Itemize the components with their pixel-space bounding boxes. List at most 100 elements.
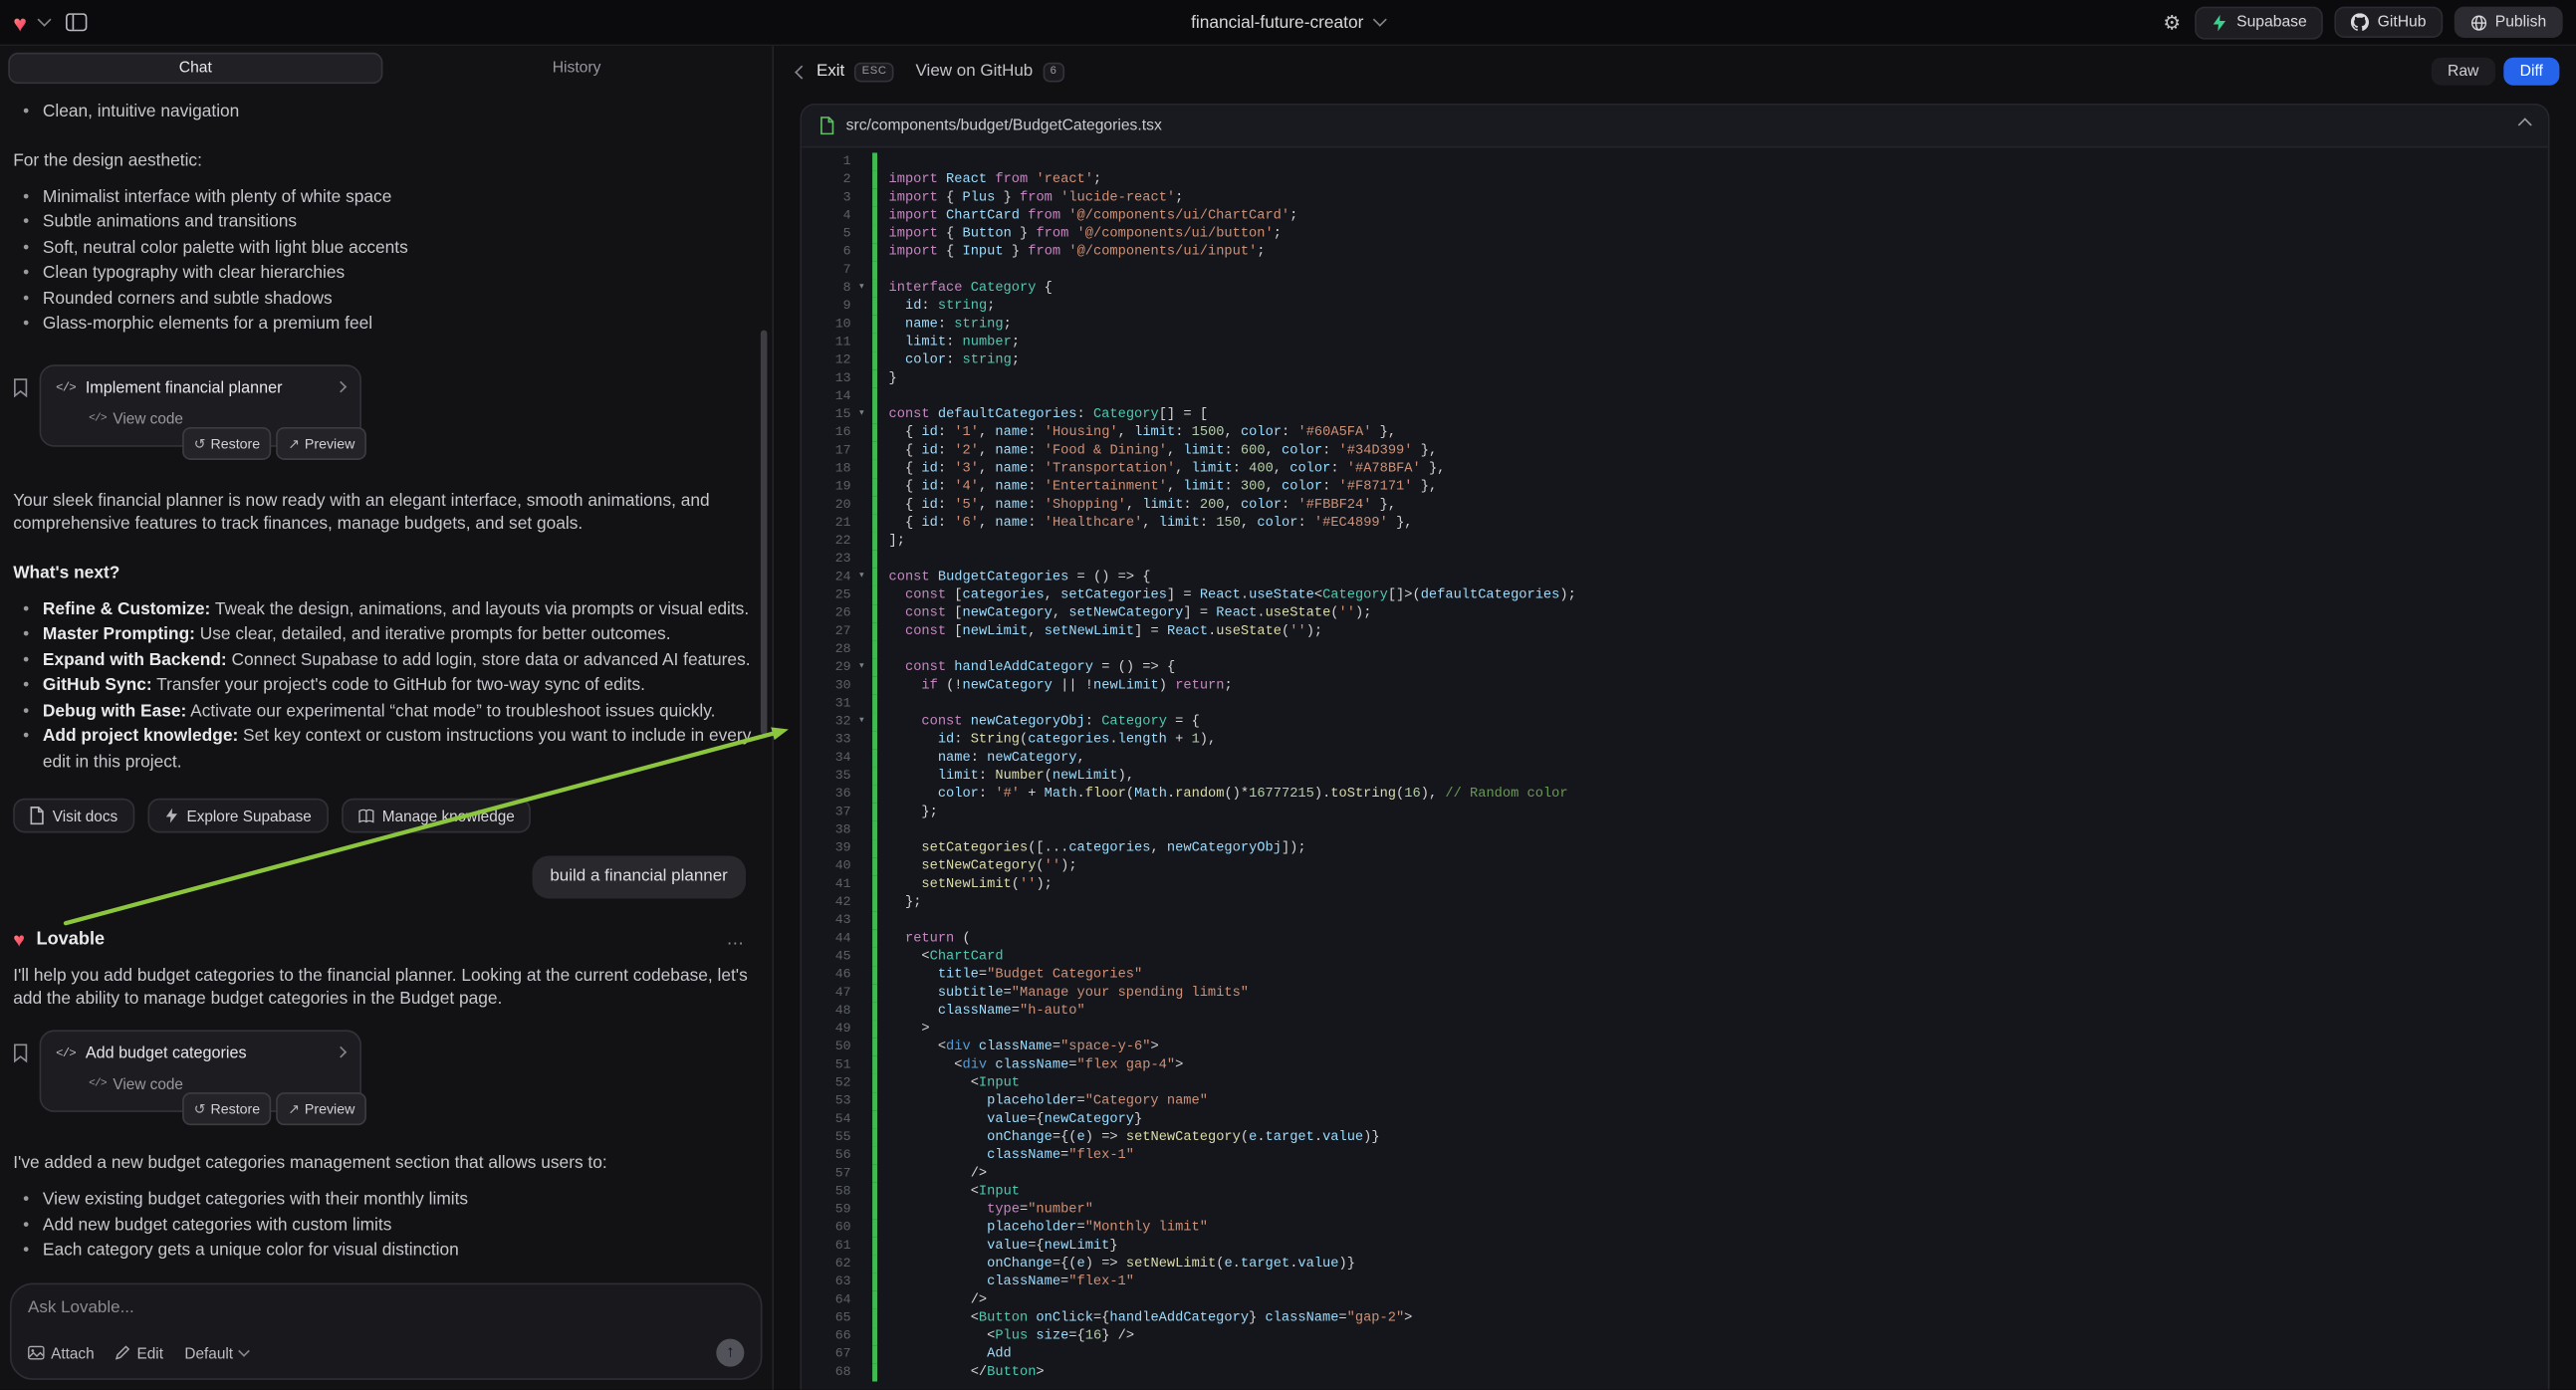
line-number: 52 — [802, 1074, 850, 1092]
raw-button[interactable]: Raw — [2432, 58, 2495, 86]
code-text — [872, 261, 2548, 279]
chat-scrollbar-thumb[interactable] — [761, 331, 768, 735]
version-card[interactable]: </> Implement financial planner </> View… — [40, 363, 361, 445]
supabase-button[interactable]: Supabase — [2196, 6, 2323, 39]
fold-chevron-icon[interactable]: ▾ — [851, 279, 872, 297]
code-line: 67 Add — [802, 1345, 2548, 1363]
logo-chevron-icon[interactable] — [38, 13, 52, 27]
bullet-dot: • — [23, 185, 31, 211]
code-line: 12 color: string; — [802, 351, 2548, 369]
code-text: subtitle="Manage your spending limits" — [872, 984, 2548, 1002]
more-options-button[interactable]: … — [726, 928, 746, 951]
pencil-icon — [116, 1345, 130, 1360]
code-text: className="flex-1" — [872, 1274, 2548, 1291]
chat-tabs: Chat History — [8, 53, 764, 84]
main-split: Chat History • Clean, intuitive navigati… — [0, 46, 2576, 1390]
list-item-text: Soft, neutral color palette with light b… — [43, 236, 753, 262]
preview-button[interactable]: ↗ Preview — [277, 1092, 366, 1125]
line-number: 67 — [802, 1345, 850, 1363]
restore-button[interactable]: ↺ Restore — [182, 426, 271, 459]
publish-label: Publish — [2495, 13, 2546, 31]
code-viewer[interactable]: 1 2import React from 'react';3import { P… — [802, 147, 2548, 1389]
line-number: 33 — [802, 731, 850, 749]
code-text — [872, 912, 2548, 930]
line-number: 49 — [802, 1021, 850, 1039]
tab-history[interactable]: History — [389, 53, 764, 84]
code-line: 25 const [categories, setCategories] = R… — [802, 586, 2548, 604]
code-line: 4import ChartCard from '@/components/ui/… — [802, 207, 2548, 225]
fold-chevron-icon[interactable]: ▾ — [851, 659, 872, 677]
fold-chevron-icon — [851, 839, 872, 857]
explore-supabase-button[interactable]: Explore Supabase — [147, 799, 328, 833]
exit-button[interactable]: Exit esc — [797, 62, 894, 82]
fold-chevron-icon[interactable]: ▾ — [851, 713, 872, 731]
code-text: } — [872, 369, 2548, 387]
line-number: 1 — [802, 152, 850, 170]
manage-knowledge-button[interactable]: Manage knowledge — [342, 799, 532, 833]
code-line: 50 <div className="space-y-6"> — [802, 1039, 2548, 1056]
collapse-chevron-icon[interactable] — [2520, 116, 2530, 134]
code-line: 23 — [802, 551, 2548, 569]
line-number: 53 — [802, 1092, 850, 1110]
version-card[interactable]: </> Add budget categories </> View code … — [40, 1030, 361, 1111]
fold-chevron-icon — [851, 604, 872, 622]
restore-button[interactable]: ↺ Restore — [182, 1092, 271, 1125]
code-text: className="flex-1" — [872, 1147, 2548, 1165]
line-number: 38 — [802, 821, 850, 839]
bullet-dot: • — [23, 648, 31, 674]
publish-button[interactable]: Publish — [2455, 7, 2563, 38]
assistant-name: Lovable — [37, 928, 106, 951]
fold-chevron-icon[interactable]: ▾ — [851, 569, 872, 586]
send-button[interactable]: ↑ — [716, 1339, 744, 1367]
fold-chevron-icon — [851, 298, 872, 316]
code-line: 58 <Input — [802, 1183, 2548, 1201]
bullet-dot: • — [23, 725, 31, 776]
code-text: return ( — [872, 930, 2548, 948]
bullet-dot: • — [23, 236, 31, 262]
bullet-dot: • — [23, 1188, 31, 1214]
app-window: ♥ financial-future-creator ⚙ Supabase Gi… — [0, 0, 2576, 1388]
edit-label: Edit — [137, 1344, 163, 1360]
code-text: const [categories, setCategories] = Reac… — [872, 586, 2548, 604]
line-number: 22 — [802, 533, 850, 551]
bookmark-icon[interactable] — [13, 377, 28, 446]
list-item-text: Expand with Backend: Connect Supabase to… — [43, 648, 753, 674]
line-number: 8 — [802, 279, 850, 297]
code-text: import { Input } from '@/components/ui/i… — [872, 243, 2548, 261]
code-text: > — [872, 1021, 2548, 1039]
whats-next-heading: What's next? — [13, 561, 752, 583]
file-header[interactable]: src/components/budget/BudgetCategories.t… — [802, 106, 2548, 148]
tab-chat[interactable]: Chat — [8, 53, 382, 84]
edit-button[interactable]: Edit — [116, 1344, 163, 1360]
bookmark-icon[interactable] — [13, 1043, 28, 1112]
diff-button[interactable]: Diff — [2503, 58, 2559, 86]
user-message: build a financial planner — [532, 856, 746, 899]
project-name-button[interactable]: financial-future-creator — [1191, 0, 1385, 45]
code-line: 47 subtitle="Manage your spending limits… — [802, 984, 2548, 1002]
project-chevron-icon — [1373, 13, 1387, 27]
line-number: 44 — [802, 930, 850, 948]
view-on-github-button[interactable]: View on GitHub 6 — [916, 62, 1064, 82]
code-text: }; — [872, 893, 2548, 911]
visit-docs-button[interactable]: Visit docs — [13, 799, 133, 833]
fold-chevron-icon — [851, 334, 872, 351]
attach-button[interactable]: Attach — [28, 1344, 95, 1360]
fold-chevron-icon[interactable]: ▾ — [851, 406, 872, 424]
fold-chevron-icon — [851, 1201, 872, 1219]
code-line: 68 </Button> — [802, 1363, 2548, 1381]
code-text: setNewLimit(''); — [872, 875, 2548, 893]
chat-paragraph: I'll help you add budget categories to t… — [13, 964, 752, 1010]
lovable-logo-icon[interactable]: ♥ — [13, 11, 27, 34]
line-number: 7 — [802, 261, 850, 279]
prompt-input[interactable]: Ask Lovable... — [28, 1299, 744, 1317]
github-button[interactable]: GitHub — [2335, 7, 2443, 38]
chat-scroll-area[interactable]: • Clean, intuitive navigation For the de… — [0, 87, 772, 1275]
chevron-down-icon — [238, 1344, 250, 1356]
fold-chevron-icon — [851, 387, 872, 405]
code-tag-icon: </> — [56, 377, 76, 400]
sidebar-toggle-button[interactable] — [63, 10, 91, 35]
code-text — [872, 152, 2548, 170]
model-selector-button[interactable]: Default — [184, 1344, 247, 1360]
settings-gear-button[interactable]: ⚙ — [2160, 12, 2184, 32]
preview-button[interactable]: ↗ Preview — [277, 426, 366, 459]
